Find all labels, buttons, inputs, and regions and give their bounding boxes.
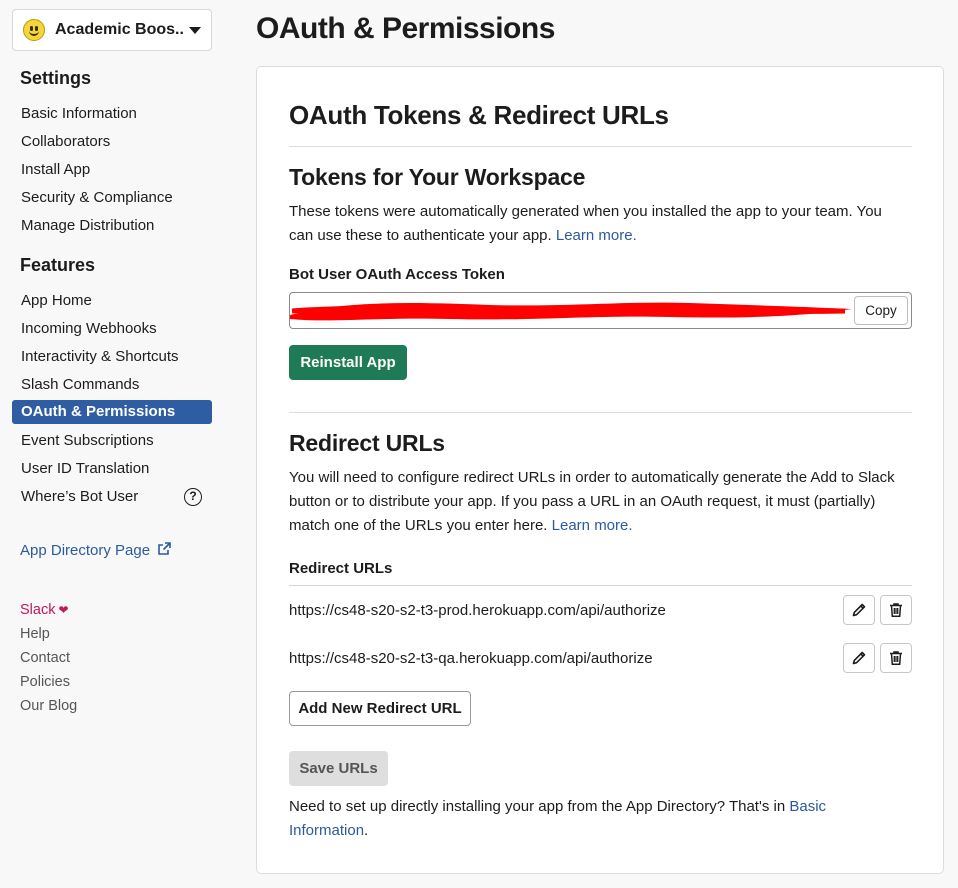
redirect-description: You will need to configure redirect URLs…	[289, 466, 909, 538]
divider	[289, 412, 912, 413]
sidebar-item-security-compliance[interactable]: Security & Compliance	[12, 186, 212, 210]
delete-url-button[interactable]	[880, 595, 912, 625]
redirect-urls-label: Redirect URLs	[289, 560, 393, 577]
sidebar-item-basic-information[interactable]: Basic Information	[12, 102, 212, 126]
trash-icon	[890, 651, 902, 665]
help-icon[interactable]: ?	[184, 488, 202, 506]
sidebar-item-oauth-permissions[interactable]: OAuth & Permissions	[12, 400, 212, 424]
heart-icon: ❤	[58, 603, 69, 617]
external-link-icon	[158, 542, 172, 555]
edit-url-button[interactable]	[843, 643, 875, 673]
sidebar-item-user-id-translation[interactable]: User ID Translation	[12, 457, 212, 481]
caret-down-icon	[189, 26, 201, 34]
footer-help-link[interactable]: Help	[20, 626, 50, 642]
page-title: OAuth & Permissions	[256, 12, 555, 45]
sidebar-item-install-app[interactable]: Install App	[12, 158, 212, 182]
note-period: .	[364, 822, 369, 839]
footer-policies-link[interactable]: Policies	[20, 674, 70, 690]
app-directory-note-text: Need to set up directly installing your …	[289, 798, 786, 815]
pencil-icon	[852, 603, 866, 617]
sidebar: Academic Boos... Settings Basic Informat…	[0, 0, 226, 888]
app-name: Academic Boos...	[55, 21, 183, 38]
copy-token-button[interactable]: Copy	[854, 296, 908, 325]
trash-icon	[890, 603, 902, 617]
tokens-learn-more-link[interactable]: Learn more.	[556, 227, 637, 244]
pencil-icon	[852, 651, 866, 665]
tokens-description: These tokens were automatically generate…	[289, 200, 909, 248]
footer-blog-link[interactable]: Our Blog	[20, 698, 77, 714]
footer-slack-label: Slack	[20, 602, 56, 618]
reinstall-app-button[interactable]: Reinstall App	[289, 345, 407, 380]
redirect-url-row: https://cs48-s20-s2-t3-qa.herokuapp.com/…	[289, 643, 912, 677]
footer-slack-link[interactable]: Slack ❤	[20, 602, 69, 618]
sidebar-item-incoming-webhooks[interactable]: Incoming Webhooks	[12, 317, 212, 341]
redaction-mark	[290, 302, 852, 321]
divider	[289, 146, 912, 147]
app-directory-link-label: App Directory Page	[20, 542, 151, 559]
sidebar-item-collaborators[interactable]: Collaborators	[12, 130, 212, 154]
redirect-heading: Redirect URLs	[289, 430, 445, 456]
app-switcher-dropdown[interactable]: Academic Boos...	[12, 9, 212, 51]
edit-url-button[interactable]	[843, 595, 875, 625]
sidebar-item-manage-distribution[interactable]: Manage Distribution	[12, 214, 212, 238]
sidebar-item-wheres-bot-user[interactable]: Where’s Bot User ?	[12, 485, 212, 509]
sidebar-item-label: Where’s Bot User	[21, 488, 139, 505]
card-title: OAuth Tokens & Redirect URLs	[289, 100, 669, 130]
app-directory-link[interactable]: App Directory Page	[20, 542, 172, 559]
token-field[interactable]: Copy	[289, 292, 912, 329]
sidebar-item-app-home[interactable]: App Home	[12, 289, 212, 313]
sidebar-item-interactivity-shortcuts[interactable]: Interactivity & Shortcuts	[12, 345, 212, 369]
features-heading: Features	[20, 255, 96, 275]
save-urls-button[interactable]: Save URLs	[289, 751, 388, 786]
redirect-url-text: https://cs48-s20-s2-t3-prod.herokuapp.co…	[289, 602, 666, 619]
sidebar-item-event-subscriptions[interactable]: Event Subscriptions	[12, 429, 212, 453]
redirect-url-row: https://cs48-s20-s2-t3-prod.herokuapp.co…	[289, 595, 912, 629]
app-avatar-icon	[23, 19, 45, 41]
delete-url-button[interactable]	[880, 643, 912, 673]
footer-contact-link[interactable]: Contact	[20, 650, 70, 666]
token-label: Bot User OAuth Access Token	[289, 266, 505, 283]
add-redirect-url-button[interactable]: Add New Redirect URL	[289, 691, 471, 726]
sidebar-item-slash-commands[interactable]: Slash Commands	[12, 373, 212, 397]
redirect-url-text: https://cs48-s20-s2-t3-qa.herokuapp.com/…	[289, 650, 653, 667]
redirect-learn-more-link[interactable]: Learn more.	[552, 517, 633, 534]
app-directory-note: Need to set up directly installing your …	[289, 795, 909, 843]
row-divider	[289, 585, 912, 586]
settings-heading: Settings	[20, 68, 92, 88]
oauth-card: OAuth Tokens & Redirect URLs Tokens for …	[256, 66, 944, 874]
tokens-heading: Tokens for Your Workspace	[289, 164, 586, 190]
